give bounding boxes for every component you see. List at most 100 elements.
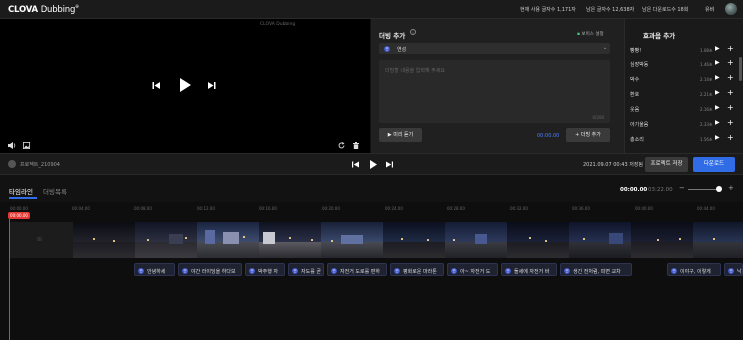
plus-icon[interactable]: + — [727, 133, 734, 142]
sound-effect-item[interactable]: 빵빵! 1.08초 ▶ + — [630, 44, 741, 56]
dub-clip[interactable]: 연 아~ 자전거 도 — [447, 263, 498, 276]
sound-effect-item[interactable]: 박수 2.14초 ▶ + — [630, 73, 741, 85]
empty-clip-slot: ⊞ — [10, 222, 73, 258]
zoom-in-icon[interactable]: + — [728, 184, 734, 192]
plus-icon[interactable]: + — [727, 73, 734, 82]
logo-text: CLOVA — [8, 4, 38, 15]
tab-timeline[interactable]: 타임라인 — [9, 186, 33, 196]
selected-voice-name: 연성 — [397, 47, 407, 53]
dub-clip-text: 이야구, 이렇게 — [680, 268, 711, 275]
timeline-ruler[interactable]: 00:00.00 00:04.00 00:08.00 00:12.00 00:1… — [0, 202, 743, 222]
voice-avatar-icon: 연 — [394, 267, 400, 274]
playhead-time-label[interactable]: 00:00.00 — [8, 212, 30, 219]
voice-select[interactable]: 연 연성 ⌄ — [379, 43, 610, 54]
timeline-total-time: 03:22.00 — [648, 187, 673, 193]
tick-label: 00:20.00 — [322, 206, 340, 211]
refresh-icon[interactable] — [338, 142, 345, 149]
skip-forward-icon[interactable] — [207, 81, 216, 90]
tick-label: 00:36.00 — [572, 206, 590, 211]
video-frame — [135, 222, 197, 258]
sound-effect-duration: 2.33초 — [700, 122, 713, 127]
user-name[interactable]: 유비 — [705, 6, 714, 13]
app-logo[interactable]: CLOVA Dubbing® — [8, 4, 79, 15]
plus-icon[interactable]: + — [727, 103, 734, 112]
voice-settings-link[interactable]: ▪ 보이스 설정 — [577, 31, 604, 37]
dub-clip[interactable]: 연 생긴 전처럼, 피면 교차 — [560, 263, 632, 276]
playhead[interactable] — [9, 219, 10, 340]
play-icon[interactable]: ▶ — [715, 45, 720, 52]
sound-effect-item[interactable]: 환호 2.21초 ▶ + — [630, 88, 741, 100]
sound-effect-name: 아기울음 — [630, 122, 649, 128]
tab-dub-list[interactable]: 더빙목록 — [43, 186, 67, 196]
play-icon[interactable]: ▶ — [715, 89, 720, 96]
timeline[interactable]: 00:00.00 00:04.00 00:08.00 00:12.00 00:1… — [0, 202, 743, 340]
dub-clip[interactable]: 연낙 — [724, 263, 743, 276]
top-header: CLOVA Dubbing® 현재 사용 글자수 1,171자 남은 글자수 1… — [0, 0, 743, 19]
dub-clip-text: 돌세에 자전거 바 — [514, 268, 550, 275]
sound-effect-item[interactable]: 총소리 1.56초 ▶ + — [630, 133, 741, 145]
play-icon[interactable]: ▶ — [715, 104, 720, 111]
tick-label: 00:40.00 — [635, 206, 653, 211]
tick-label: 00:32.00 — [510, 206, 528, 211]
voice-avatar-icon: 연 — [671, 267, 677, 274]
skip-back-icon[interactable] — [152, 81, 161, 90]
avatar[interactable] — [725, 3, 737, 15]
dub-clip-text: 자전거 도로를 편하 — [340, 268, 380, 275]
voice-avatar-icon: 연 — [451, 267, 457, 274]
skip-back-icon[interactable] — [352, 161, 359, 168]
plus-icon[interactable]: + — [727, 88, 734, 97]
video-player[interactable]: CLOVA Dubbing — [0, 19, 370, 153]
preview-button[interactable]: ▶ 미리 듣기 — [379, 128, 422, 142]
play-icon[interactable]: ▶ — [715, 134, 720, 141]
sound-effect-item[interactable]: 웃음 2.16초 ▶ + — [630, 103, 741, 115]
dub-start-time[interactable]: 00:00.00 — [537, 133, 559, 139]
dub-clip[interactable]: 연 평화로운 마라톤 — [390, 263, 444, 276]
play-icon[interactable] — [179, 78, 191, 92]
dub-clip-text: 낙 — [737, 268, 742, 275]
project-name[interactable]: 프로젝트_210904 — [20, 161, 60, 168]
voice-avatar-icon: 연 — [182, 267, 188, 274]
add-dub-button[interactable]: + 더빙 추가 — [566, 128, 610, 142]
download-button[interactable]: 다운로드 — [693, 157, 735, 172]
image-icon[interactable] — [23, 142, 30, 149]
tick-label: 00:08.00 — [134, 206, 152, 211]
skip-forward-icon[interactable] — [386, 161, 393, 168]
dub-clip[interactable]: 연 안녕하세 — [134, 263, 175, 276]
plus-icon[interactable]: + — [727, 118, 734, 127]
play-icon[interactable]: ▶ — [715, 59, 720, 66]
video-frame — [445, 222, 507, 258]
sound-effect-duration: 1.08초 — [700, 48, 713, 53]
sound-effect-item[interactable]: 아기울음 2.33초 ▶ + — [630, 118, 741, 130]
dub-clip[interactable]: 연 자전거 도로를 편하 — [327, 263, 387, 276]
play-icon[interactable]: ▶ — [715, 74, 720, 81]
play-icon[interactable]: ▶ — [715, 119, 720, 126]
voice-avatar-icon: 연 — [564, 267, 570, 274]
scrollbar[interactable] — [739, 57, 742, 81]
save-project-button[interactable]: 프로젝트 저장 — [645, 157, 688, 172]
dubbing-text-input[interactable]: 더빙할 내용을 입력해 주세요 0/200 — [379, 60, 610, 123]
volume-icon[interactable] — [8, 142, 16, 149]
plus-icon[interactable]: + — [727, 58, 734, 67]
plus-icon: + — [575, 132, 580, 138]
dub-clip[interactable]: 연 돌세에 자전거 바 — [501, 263, 557, 276]
dubbing-panel: 더빙 추가 i ▪ 보이스 설정 연 연성 ⌄ 더빙할 내용을 입력해 주세요 … — [371, 19, 624, 153]
play-icon[interactable] — [370, 160, 377, 169]
sound-effect-item[interactable]: 심장박동 1.46초 ▶ + — [630, 58, 741, 70]
sound-effect-name: 환호 — [630, 92, 640, 98]
video-filmstrip[interactable]: ⊞ — [10, 222, 743, 258]
zoom-slider-handle[interactable] — [716, 186, 722, 192]
dub-clip[interactable]: 연 자도를 곧 — [288, 263, 324, 276]
voice-settings-label: 보이스 설정 — [581, 32, 604, 37]
tick-label: 00:16.00 — [259, 206, 277, 211]
voice-avatar-icon: 연 — [384, 45, 390, 52]
plus-icon[interactable]: + — [727, 44, 734, 53]
dubbing-panel-title: 더빙 추가 — [379, 32, 406, 40]
dub-clip[interactable]: 연 박주행 자 — [245, 263, 285, 276]
zoom-out-icon[interactable]: − — [679, 184, 685, 192]
trash-icon[interactable] — [353, 142, 359, 149]
dub-clip[interactable]: 연 야간 라이딩을 하다보 — [178, 263, 242, 276]
info-icon[interactable]: i — [410, 29, 416, 35]
dub-clip[interactable]: 연 이야구, 이렇게 — [667, 263, 721, 276]
video-frame — [259, 222, 321, 258]
video-watermark: CLOVA Dubbing — [260, 22, 296, 27]
